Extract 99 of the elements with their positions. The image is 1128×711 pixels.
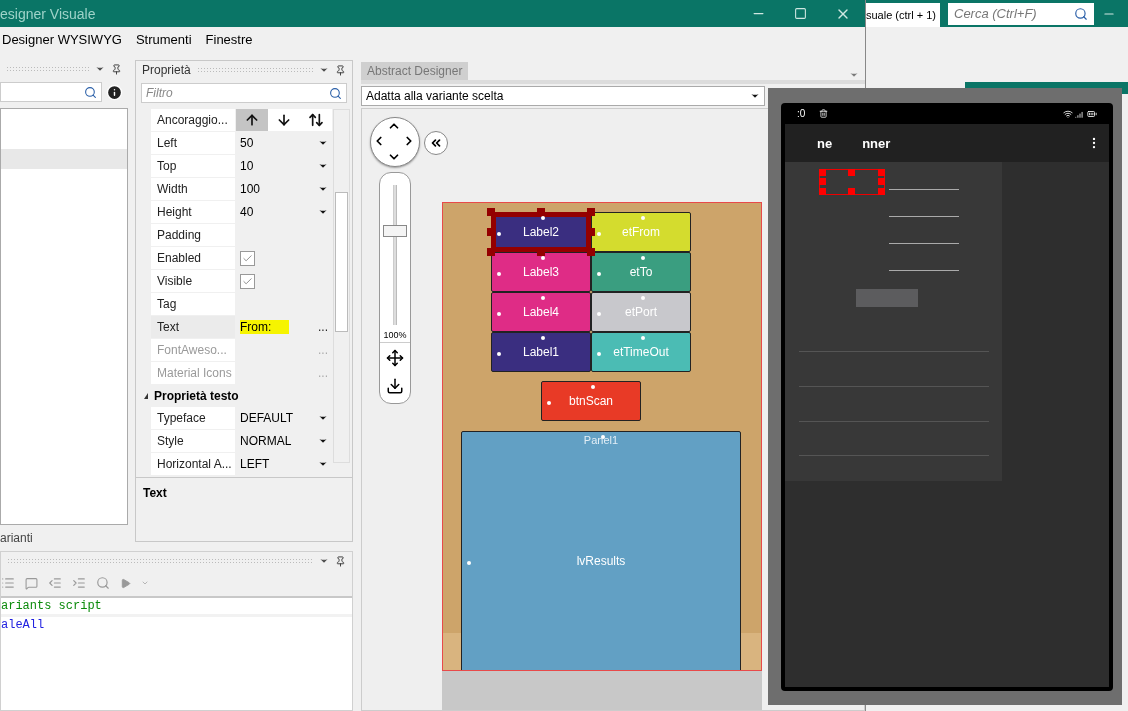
text-field-underline[interactable]	[889, 216, 959, 217]
maximize-icon[interactable]	[794, 7, 807, 20]
property-name[interactable]: Enabled	[151, 247, 236, 269]
code-line: aleAll	[1, 617, 46, 633]
panel-tab[interactable]: arianti	[0, 525, 128, 545]
anchor-option[interactable]	[268, 109, 300, 131]
property-name[interactable]: Left	[151, 132, 236, 154]
property-name[interactable]: Text	[151, 316, 236, 338]
dropdown-caret-icon	[318, 459, 328, 469]
designer-view[interactable]: Label3	[491, 252, 591, 292]
info-icon[interactable]	[106, 83, 123, 101]
designer-view[interactable]: Label2	[491, 212, 591, 252]
anchor-option[interactable]	[236, 109, 268, 131]
dropdown-caret-icon	[318, 436, 328, 446]
designer-view[interactable]: btnScan	[541, 381, 641, 421]
up-down-arrow-icon	[308, 112, 324, 128]
dropdown-caret-icon	[318, 161, 328, 171]
search-icon[interactable]	[96, 576, 110, 590]
search-icon	[84, 85, 97, 99]
property-name[interactable]: Ancoraggio...	[151, 109, 236, 131]
dropdown-caret-icon[interactable]	[849, 70, 859, 80]
property-name[interactable]: Padding	[151, 224, 236, 246]
text-field-underline[interactable]	[889, 243, 959, 244]
list-name: lvResults	[576, 554, 626, 568]
ellipsis-button[interactable]: ...	[318, 320, 328, 334]
designer-view[interactable]: Label4	[491, 292, 591, 332]
property-checkbox[interactable]	[240, 250, 255, 266]
search-icon	[1074, 6, 1088, 21]
pin-icon[interactable]	[335, 555, 346, 567]
variant-dropdown[interactable]: Adatta alla variante scelta	[361, 86, 765, 106]
dropdown-caret-icon	[318, 138, 328, 148]
check-icon	[242, 252, 253, 264]
wifi-icon	[1063, 108, 1073, 119]
dropdown-caret-icon	[318, 413, 328, 423]
selection-frame	[819, 169, 885, 195]
window-title: esigner Visuale	[0, 5, 96, 22]
property-dropdown[interactable]: 100	[236, 178, 332, 200]
navigation-pad[interactable]	[370, 117, 420, 167]
list-icon[interactable]	[1, 576, 15, 590]
dropdown-caret-icon	[318, 184, 328, 194]
fit-icon[interactable]	[386, 349, 404, 367]
text-field-underline[interactable]	[889, 270, 959, 271]
property-value[interactable]: From:	[240, 320, 290, 334]
filter-field[interactable]: Filtro	[141, 83, 347, 103]
app-title: nner	[862, 135, 891, 151]
battery-icon	[1087, 108, 1097, 119]
slider-thumb[interactable]	[383, 224, 407, 237]
resize-handle[interactable]	[587, 248, 595, 256]
search-field[interactable]: Cerca (Ctrl+F)	[948, 2, 1094, 25]
play-icon[interactable]	[120, 577, 131, 589]
dropdown-caret-icon[interactable]	[95, 64, 105, 74]
dropdown-caret-icon[interactable]	[319, 65, 329, 75]
text-field-underline[interactable]	[889, 189, 959, 190]
property-dropdown[interactable]: 40	[236, 201, 332, 223]
property-checkbox[interactable]	[240, 273, 255, 289]
property-name[interactable]: Horizontal A...	[151, 453, 236, 475]
panel-name: Panel1	[582, 434, 620, 446]
pin-icon[interactable]	[335, 64, 346, 76]
comment-icon[interactable]	[25, 576, 38, 590]
status-time: :0	[797, 108, 806, 119]
search-icon	[329, 86, 342, 100]
property-name[interactable]: Width	[151, 178, 236, 200]
collapse-button[interactable]	[424, 131, 448, 155]
property-name[interactable]: Tag	[151, 293, 236, 315]
resize-handle[interactable]	[587, 208, 595, 216]
download-icon[interactable]	[386, 377, 404, 395]
menu-item[interactable]: Finestre	[205, 32, 253, 47]
double-chevron-icon	[429, 136, 443, 150]
property-name[interactable]: Typeface	[151, 407, 236, 429]
property-name[interactable]: Top	[151, 155, 236, 177]
menu-item[interactable]: Strumenti	[135, 32, 192, 47]
search-field[interactable]	[0, 82, 102, 102]
dropdown-caret-icon	[750, 91, 760, 101]
outdent-icon[interactable]	[48, 576, 62, 590]
resize-handle[interactable]	[487, 208, 495, 216]
anchor-option[interactable]	[300, 109, 332, 131]
check-icon	[242, 275, 253, 287]
property-name[interactable]: Height	[151, 201, 236, 223]
property-dropdown[interactable]: NORMAL	[236, 430, 332, 452]
zoom-reading: 100%	[380, 330, 410, 343]
expand-triangle-icon[interactable]	[144, 393, 148, 399]
property-dropdown[interactable]: 50	[236, 132, 332, 154]
property-dropdown[interactable]: DEFAULT	[236, 407, 332, 429]
indent-icon[interactable]	[72, 576, 86, 590]
property-name[interactable]: Visible	[151, 270, 236, 292]
panel-title: Proprietà	[142, 63, 191, 77]
resize-handle[interactable]	[487, 248, 495, 256]
property-dropdown[interactable]: LEFT	[236, 453, 332, 475]
designer-view[interactable]: Label1	[491, 332, 591, 372]
dropdown-caret-icon	[318, 207, 328, 217]
scrollbar[interactable]	[333, 109, 350, 463]
dropdown-caret-icon[interactable]	[319, 556, 329, 566]
menu-item[interactable]: Designer WYSIWYG	[2, 32, 122, 47]
property-dropdown[interactable]: 10	[236, 155, 332, 177]
description-title: Text	[143, 486, 167, 500]
pin-icon[interactable]	[111, 63, 122, 75]
property-name[interactable]: Style	[151, 430, 236, 452]
category-title: Proprietà testo	[154, 389, 239, 403]
app-title: ne	[817, 135, 833, 151]
